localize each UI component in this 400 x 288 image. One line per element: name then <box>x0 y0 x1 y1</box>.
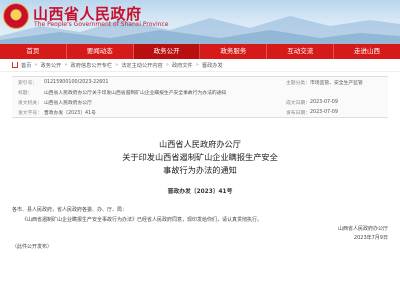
site-header: 山西省人民政府 The People's Government of Shanx… <box>0 0 400 44</box>
nav-gov-affairs[interactable]: 政务公开 <box>133 44 201 59</box>
nav-about-shanxi[interactable]: 走进山西 <box>334 44 400 59</box>
national-emblem-icon <box>3 3 29 29</box>
nav-services[interactable]: 政务服务 <box>200 44 268 59</box>
salutation: 各市、县人民政府，省人民政府各委、办、厅、局： <box>12 207 128 213</box>
breadcrumb-legal-content[interactable]: 法定主动公开内容 <box>121 62 163 69</box>
signature-block: 山西省人民政府办公厅 2023年7月9日 <box>12 225 388 243</box>
signer: 山西省人民政府办公厅 <box>337 226 388 232</box>
nav-news[interactable]: 要闻动态 <box>67 44 134 59</box>
meta-row-issuer: 发文机关： 山西省人民政府办公厅 成文日期： 2023-07-09 <box>18 99 338 106</box>
meta-row-index: 索引号： 01215900100/2023-22601 主题分类： 市场监管、安… <box>18 79 363 86</box>
breadcrumb-gov-docs[interactable]: 政府文件 <box>172 62 193 69</box>
document-title-line-3: 事故行为办法的通知 <box>163 165 237 175</box>
document-body: 各市、县人民政府，省人民政府各委、办、厅、局： 《山西省遏制矿山企业瞒报生产安全… <box>12 205 388 225</box>
breadcrumb-gov-affairs[interactable]: 政务公开 <box>41 62 62 69</box>
body-paragraph: 《山西省遏制矿山企业瞒报生产安全事故行为办法》已经省人民政府同意，现印发给你们，… <box>22 217 263 223</box>
document-number: 晋政办发〔2023〕41号 <box>167 189 233 195</box>
meta-row-doc-number: 发文字号： 晋政办发〔2023〕41号 发布日期： 2023-07-09 <box>18 109 338 116</box>
meta-row-title: 标题： 山西省人民政府办公厅关于印发山西省遏制矿山企业瞒报生产安全事故行为办法的… <box>18 90 227 96</box>
breadcrumb-info-column[interactable]: 政府信息公开专栏 <box>71 62 113 69</box>
nav-home[interactable]: 首页 <box>0 44 67 59</box>
document-title: 山西省人民政府办公厅 关于印发山西省遏制矿山企业瞒报生产安全 事故行为办法的通知 <box>0 138 400 177</box>
document-title-line-2: 关于印发山西省遏制矿山企业瞒报生产安全 <box>122 152 278 162</box>
signing-date: 2023年7月9日 <box>353 235 388 241</box>
nav-interaction[interactable]: 互动交流 <box>267 44 335 59</box>
site-subtitle: The People's Government of Shanxi Provin… <box>34 21 169 28</box>
publication-note: （此件公开发布） <box>12 244 53 250</box>
breadcrumb: 首页 » 政务公开 » 政府信息公开专栏 » 法定主动公开内容 » 政府文件 »… <box>0 59 400 72</box>
breadcrumb-home[interactable]: 首页 <box>21 62 31 69</box>
main-nav: 首页 要闻动态 政务公开 政务服务 互动交流 走进山西 <box>0 44 400 59</box>
document-title-line-1: 山西省人民政府办公厅 <box>159 139 241 149</box>
document-metadata: 索引号： 01215900100/2023-22601 主题分类： 市场监管、安… <box>12 76 388 118</box>
home-icon <box>12 62 18 68</box>
breadcrumb-jinzhengbanfa[interactable]: 晋政办发 <box>202 62 223 69</box>
